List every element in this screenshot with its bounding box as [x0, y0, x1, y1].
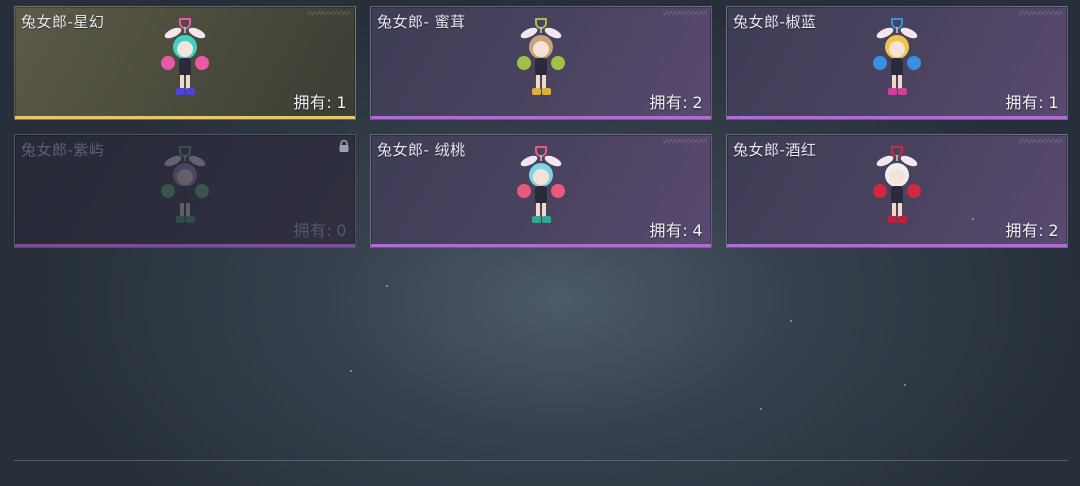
charm-card-mirong[interactable]: 兔女郎- 蜜茸 拥有: 2	[370, 6, 712, 120]
rarity-bar	[727, 244, 1067, 247]
lock-icon	[339, 139, 349, 152]
background-star	[904, 384, 906, 386]
card-title: 兔女郎-星幻	[21, 13, 105, 31]
owned-label: 拥有:	[1005, 221, 1045, 240]
card-title: 兔女郎-紫屿	[21, 141, 105, 159]
owned-count: 拥有: 2	[1005, 217, 1059, 241]
card-title: 兔女郎- 绒桃	[377, 141, 466, 159]
owned-number: 4	[692, 221, 703, 240]
rarity-bar	[371, 244, 711, 247]
card-title: 兔女郎-椒蓝	[733, 13, 817, 31]
bunny-charm-icon	[517, 18, 565, 95]
charm-card-ziyu[interactable]: 兔女郎-紫屿 拥有: 0	[14, 134, 356, 248]
owned-count: 拥有: 1	[293, 89, 347, 113]
owned-number: 1	[1048, 93, 1059, 112]
bunny-charm-icon	[873, 18, 921, 95]
background-star	[350, 370, 352, 372]
owned-label: 拥有:	[293, 93, 333, 112]
background-star	[386, 285, 388, 287]
panel-divider	[14, 460, 1068, 461]
collection-grid: 兔女郎-星幻 拥有: 1 兔女郎- 蜜茸 拥有: 2 兔女郎-椒蓝 拥有: 1 兔女郎…	[14, 6, 1068, 248]
background-star	[790, 320, 792, 322]
background-star	[760, 408, 762, 410]
owned-count: 拥有: 4	[649, 217, 703, 241]
rarity-bar	[727, 116, 1067, 119]
bunny-charm-icon	[517, 146, 565, 223]
card-decoration	[1019, 139, 1063, 143]
owned-count: 拥有: 2	[649, 89, 703, 113]
bunny-charm-icon	[161, 146, 209, 223]
charm-card-xinghuan[interactable]: 兔女郎-星幻 拥有: 1	[14, 6, 356, 120]
card-title: 兔女郎-酒红	[733, 141, 817, 159]
owned-number: 0	[336, 221, 347, 240]
bunny-charm-icon	[161, 18, 209, 95]
card-decoration	[307, 11, 351, 15]
owned-label: 拥有:	[649, 221, 689, 240]
owned-label: 拥有:	[649, 93, 689, 112]
owned-number: 2	[692, 93, 703, 112]
rarity-bar	[371, 116, 711, 119]
card-title: 兔女郎- 蜜茸	[377, 13, 466, 31]
owned-number: 2	[1048, 221, 1059, 240]
owned-number: 1	[336, 93, 347, 112]
card-decoration	[663, 139, 707, 143]
rarity-bar	[15, 244, 355, 247]
bunny-charm-icon	[873, 146, 921, 223]
owned-count: 拥有: 0	[293, 217, 347, 241]
card-decoration	[1019, 11, 1063, 15]
background-star	[972, 218, 974, 220]
charm-card-rongtao[interactable]: 兔女郎- 绒桃 拥有: 4	[370, 134, 712, 248]
owned-label: 拥有:	[1005, 93, 1045, 112]
charm-card-jiuhong[interactable]: 兔女郎-酒红 拥有: 2	[726, 134, 1068, 248]
charm-card-jiaolan[interactable]: 兔女郎-椒蓝 拥有: 1	[726, 6, 1068, 120]
card-decoration	[663, 11, 707, 15]
owned-label: 拥有:	[293, 221, 333, 240]
rarity-bar	[15, 116, 355, 119]
owned-count: 拥有: 1	[1005, 89, 1059, 113]
